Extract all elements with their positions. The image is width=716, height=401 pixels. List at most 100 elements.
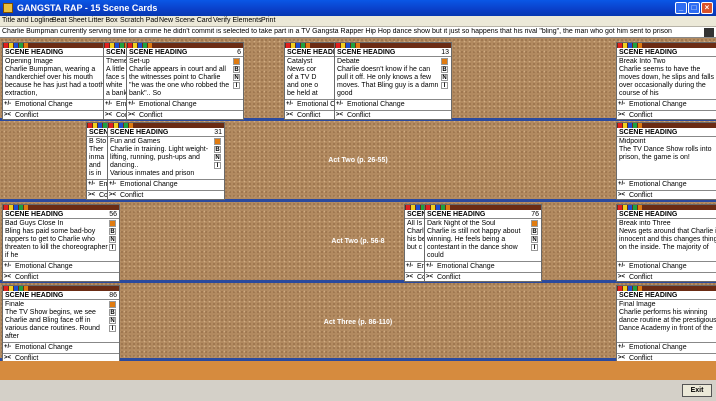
close-button[interactable]: ×: [701, 2, 713, 14]
plus-minus-icon: +/-: [618, 181, 626, 187]
scene-heading-label: SCENE HEADING: [5, 292, 64, 299]
emotional-change-row[interactable]: +/- Emotional Change: [617, 261, 716, 271]
scene-heading-label: SCENE HEADING: [5, 211, 64, 218]
plus-minus-icon: +/-: [109, 181, 117, 187]
scene-heading-label: SCENE HEADING: [5, 49, 64, 56]
emotional-change-row[interactable]: +/- Emotional Change: [617, 99, 716, 109]
conflict-icon: ><: [88, 192, 96, 198]
plus-minus-icon: +/-: [128, 101, 136, 107]
scene-card[interactable]: SCENE HEADING 110 Final Image Charlie pe…: [616, 285, 716, 363]
card-header: SCENE HEADING 86: [3, 291, 119, 300]
scene-heading-label: SCENE HEADING: [619, 292, 678, 299]
menu-print[interactable]: Print: [261, 17, 275, 24]
conflict-row[interactable]: >< Conflict: [127, 110, 243, 119]
marker-icon[interactable]: [531, 220, 538, 227]
conflict-row[interactable]: >< Conflict: [108, 190, 224, 199]
menu-title-logline[interactable]: Title and Logline: [2, 17, 53, 24]
emotional-change-row[interactable]: +/- Emotional Change: [3, 99, 119, 109]
conflict-icon: ><: [618, 192, 626, 198]
plus-minus-icon: +/-: [426, 263, 434, 269]
marker-icon[interactable]: [233, 58, 240, 65]
card-description[interactable]: Break Into Two Charlie seems to have the…: [619, 58, 716, 98]
card-description[interactable]: Dark Night of the Soul Charlie is still …: [427, 220, 530, 260]
conflict-row[interactable]: >< Conflict: [617, 110, 716, 119]
scene-card[interactable]: SCENE HEADING 13 Debate Charlie doesn't …: [334, 42, 452, 120]
card-description[interactable]: Fun and Games Charlie in training. Light…: [110, 138, 213, 178]
scene-card[interactable]: SCENE HEADING 55 Midpoint The TV Dance S…: [616, 122, 716, 200]
card-description[interactable]: Set-up Charlie appears in court and all …: [129, 58, 232, 98]
card-header: SCENE HEADING 31: [108, 128, 224, 137]
menu-beat-sheet[interactable]: Beat Sheet: [52, 17, 87, 24]
conflict-row[interactable]: >< Conflict: [425, 272, 541, 281]
emotional-change-row[interactable]: +/- Emotional Change: [3, 261, 119, 271]
emotional-change-label: Emotional Change: [120, 181, 178, 188]
menu-litter-box[interactable]: Litter Box: [88, 17, 118, 24]
scene-heading-label: SCENE HEADING: [427, 211, 486, 218]
maximize-button[interactable]: □: [688, 2, 700, 14]
conflict-row[interactable]: >< Conflict: [3, 110, 119, 119]
conflict-icon: ><: [618, 274, 626, 280]
side-code: I: [109, 244, 116, 251]
card-side-icons: B N I: [441, 58, 450, 90]
card-description[interactable]: Debate Charlie doesn't know if he can pu…: [337, 58, 440, 98]
menu-new-scene-card[interactable]: New Scene Card: [159, 17, 212, 24]
scene-heading-label: SCENE HEADING: [619, 49, 678, 56]
conflict-row[interactable]: >< Conflict: [617, 190, 716, 199]
side-code: B: [214, 146, 221, 153]
conflict-row[interactable]: >< Conflict: [3, 272, 119, 281]
side-code: N: [109, 236, 116, 243]
card-description[interactable]: Opening Image Charlie Bumpman, wearing a…: [5, 58, 108, 98]
emotional-change-row[interactable]: +/- Emotional Change: [108, 179, 224, 189]
card-side-icons: B N I: [214, 138, 223, 170]
marker-icon[interactable]: [109, 220, 116, 227]
scene-card[interactable]: SCENE HEADING 6 Set-up Charlie appears i…: [126, 42, 244, 120]
page-number: 56: [109, 211, 117, 218]
pin-icon[interactable]: [704, 28, 714, 37]
card-description[interactable]: Break into Three News gets around that C…: [619, 220, 716, 260]
bottom-panel: Exit: [0, 361, 716, 401]
exit-button[interactable]: Exit: [682, 384, 712, 397]
marker-icon[interactable]: [441, 58, 448, 65]
card-description[interactable]: Midpoint The TV Dance Show rolls into pr…: [619, 138, 716, 178]
logline-bar[interactable]: Charlie Bumpman currently serving time f…: [0, 27, 716, 38]
emotional-change-row[interactable]: +/- Emotional Change: [127, 99, 243, 109]
scene-heading-label: SCENE HEADING: [337, 49, 396, 56]
conflict-row[interactable]: >< Conflict: [335, 110, 451, 119]
window-title: GANGSTA RAP - 15 Scene Cards: [17, 3, 158, 13]
card-description[interactable]: Final Image Charlie performs his winning…: [619, 301, 716, 341]
emotional-change-row[interactable]: +/- Emotional Change: [3, 342, 119, 352]
card-header: SCENE HEADING 55: [617, 128, 716, 137]
emotional-change-row[interactable]: +/- Emotional Change: [617, 179, 716, 189]
marker-icon[interactable]: [109, 301, 116, 308]
conflict-label: Conflict: [297, 112, 321, 119]
marker-icon[interactable]: [214, 138, 221, 145]
side-code: I: [441, 82, 448, 89]
menu-bar: Title and Logline Beat Sheet Litter Box …: [0, 16, 716, 27]
menu-scratch-pad[interactable]: Scratch Pad: [120, 17, 158, 24]
conflict-label: Conflict: [437, 274, 461, 281]
minimize-button[interactable]: _: [675, 2, 687, 14]
emotional-change-row[interactable]: +/- Emotional Change: [335, 99, 451, 109]
emotional-change-row[interactable]: +/- Emotional Change: [425, 261, 541, 271]
emotional-change-row[interactable]: +/- Emotional Change: [617, 342, 716, 352]
card-description[interactable]: Finale The TV Show begins, we see Charli…: [5, 301, 108, 341]
scene-heading-label: SCENE HEADING: [619, 129, 678, 136]
side-code: I: [531, 244, 538, 251]
side-code: N: [441, 74, 448, 81]
conflict-icon: ><: [336, 112, 344, 118]
conflict-row[interactable]: >< Conflict: [617, 272, 716, 281]
plus-minus-icon: +/-: [406, 263, 414, 269]
conflict-label: Conflict: [15, 274, 39, 281]
menu-verify-elements[interactable]: Verify Elements: [213, 17, 262, 24]
scene-card[interactable]: SCENE HEADING 76 Dark Night of the Soul …: [424, 204, 542, 282]
side-code: N: [109, 317, 116, 324]
scene-card[interactable]: SCENE HEADING Break Into Two Charlie see…: [616, 42, 716, 120]
card-description[interactable]: Bad Guys Close In Bling has paid some ba…: [5, 220, 108, 260]
conflict-label: Conflict: [629, 192, 653, 199]
scene-card[interactable]: SCENE HEADING 85 Break into Three News g…: [616, 204, 716, 282]
side-code: B: [233, 66, 240, 73]
scene-card[interactable]: SCENE HEADING 31 Fun and Games Charlie i…: [107, 122, 225, 200]
scene-card[interactable]: SCENE HEADING 56 Bad Guys Close In Bling…: [2, 204, 120, 282]
emotional-change-label: Emotional Change: [15, 263, 73, 270]
scene-card[interactable]: SCENE HEADING 86 Finale The TV Show begi…: [2, 285, 120, 363]
